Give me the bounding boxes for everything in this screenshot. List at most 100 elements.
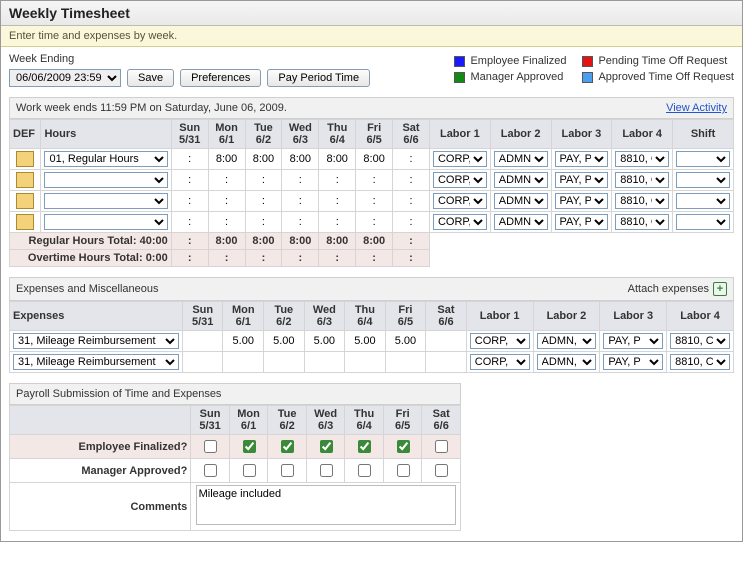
labor1-select[interactable]: CORP, [433, 151, 487, 167]
expense-cell[interactable] [389, 355, 423, 369]
mgr-appr-thu[interactable] [358, 464, 371, 477]
hours-type-select[interactable] [44, 172, 167, 188]
mgr-appr-sat[interactable] [435, 464, 448, 477]
shift-select[interactable] [676, 172, 730, 188]
hours-cell[interactable] [175, 173, 205, 187]
expense-type-select[interactable]: 31, Mileage Reimbursement [13, 333, 179, 349]
expense-type-select[interactable]: 31, Mileage Reimbursement [13, 354, 179, 370]
hours-type-select[interactable]: 01, Regular Hours [44, 151, 167, 167]
hours-cell[interactable] [396, 152, 426, 166]
hours-cell[interactable] [175, 194, 205, 208]
def-icon[interactable] [16, 193, 34, 209]
labor2-select[interactable]: ADMN, [494, 193, 548, 209]
shift-select[interactable] [676, 151, 730, 167]
expense-cell[interactable] [429, 355, 463, 369]
expense-cell[interactable] [226, 355, 260, 369]
hours-cell[interactable] [396, 194, 426, 208]
preferences-button[interactable]: Preferences [180, 69, 261, 87]
hours-cell[interactable] [249, 152, 279, 166]
hours-cell[interactable] [322, 194, 352, 208]
labor3-select[interactable]: PAY, P [555, 172, 609, 188]
labor2-select[interactable]: ADMN, [537, 354, 597, 370]
emp-final-tue[interactable] [281, 440, 294, 453]
emp-final-fri[interactable] [397, 440, 410, 453]
hours-cell[interactable] [396, 215, 426, 229]
emp-final-thu[interactable] [358, 440, 371, 453]
labor3-select[interactable]: PAY, P [603, 333, 663, 349]
hours-cell[interactable] [359, 173, 389, 187]
save-button[interactable]: Save [127, 69, 174, 87]
labor4-select[interactable]: 8810, C [615, 214, 669, 230]
expense-cell[interactable] [267, 334, 301, 348]
hours-cell[interactable] [359, 194, 389, 208]
labor2-select[interactable]: ADMN, [494, 172, 548, 188]
hours-cell[interactable] [285, 215, 315, 229]
hours-cell[interactable] [359, 152, 389, 166]
expense-cell[interactable] [348, 355, 382, 369]
mgr-appr-sun[interactable] [204, 464, 217, 477]
mgr-appr-mon[interactable] [243, 464, 256, 477]
mgr-appr-wed[interactable] [320, 464, 333, 477]
labor4-select[interactable]: 8810, C [670, 354, 730, 370]
mgr-appr-fri[interactable] [397, 464, 410, 477]
emp-final-sun[interactable] [204, 440, 217, 453]
labor3-select[interactable]: PAY, P [555, 193, 609, 209]
expense-cell[interactable] [226, 334, 260, 348]
labor3-select[interactable]: PAY, P [603, 354, 663, 370]
def-icon[interactable] [16, 151, 34, 167]
hours-cell[interactable] [285, 152, 315, 166]
hours-cell[interactable] [396, 173, 426, 187]
hours-type-select[interactable] [44, 214, 167, 230]
expense-cell[interactable] [429, 334, 463, 348]
hours-cell[interactable] [285, 194, 315, 208]
hours-cell[interactable] [175, 215, 205, 229]
week-ending-select[interactable]: 06/06/2009 23:59 [9, 69, 121, 87]
hours-cell[interactable] [212, 194, 242, 208]
emp-final-mon[interactable] [243, 440, 256, 453]
labor2-select[interactable]: ADMN, [537, 333, 597, 349]
labor4-select[interactable]: 8810, C [670, 333, 730, 349]
labor4-select[interactable]: 8810, C [615, 193, 669, 209]
shift-select[interactable] [676, 193, 730, 209]
hours-cell[interactable] [322, 215, 352, 229]
labor2-select[interactable]: ADMN, [494, 151, 548, 167]
emp-final-wed[interactable] [320, 440, 333, 453]
hours-cell[interactable] [212, 215, 242, 229]
hours-cell[interactable] [285, 173, 315, 187]
expense-cell[interactable] [389, 334, 423, 348]
labor4-select[interactable]: 8810, C [615, 172, 669, 188]
labor1-select[interactable]: CORP, [433, 172, 487, 188]
hours-cell[interactable] [249, 215, 279, 229]
hours-cell[interactable] [249, 194, 279, 208]
attach-expenses-link[interactable]: Attach expenses [628, 283, 709, 295]
hours-cell[interactable] [212, 152, 242, 166]
labor1-select[interactable]: CORP, [433, 214, 487, 230]
expense-cell[interactable] [186, 334, 220, 348]
hours-cell[interactable] [359, 215, 389, 229]
labor2-select[interactable]: ADMN, [494, 214, 548, 230]
emp-final-sat[interactable] [435, 440, 448, 453]
expense-cell[interactable] [267, 355, 301, 369]
labor1-select[interactable]: CORP, [470, 333, 530, 349]
hours-cell[interactable] [322, 152, 352, 166]
expense-cell[interactable] [348, 334, 382, 348]
expense-cell[interactable] [308, 355, 342, 369]
labor1-select[interactable]: CORP, [433, 193, 487, 209]
shift-select[interactable] [676, 214, 730, 230]
expense-cell[interactable] [186, 355, 220, 369]
comments-textarea[interactable] [196, 485, 456, 525]
hours-cell[interactable] [175, 152, 205, 166]
view-activity-link[interactable]: View Activity [666, 102, 727, 114]
hours-cell[interactable] [322, 173, 352, 187]
hours-cell[interactable] [212, 173, 242, 187]
labor1-select[interactable]: CORP, [470, 354, 530, 370]
expense-cell[interactable] [308, 334, 342, 348]
labor4-select[interactable]: 8810, C [615, 151, 669, 167]
attach-icon[interactable]: + [713, 282, 727, 296]
mgr-appr-tue[interactable] [281, 464, 294, 477]
labor3-select[interactable]: PAY, P [555, 151, 609, 167]
hours-cell[interactable] [249, 173, 279, 187]
pay-period-button[interactable]: Pay Period Time [267, 69, 370, 87]
def-icon[interactable] [16, 172, 34, 188]
hours-type-select[interactable] [44, 193, 167, 209]
